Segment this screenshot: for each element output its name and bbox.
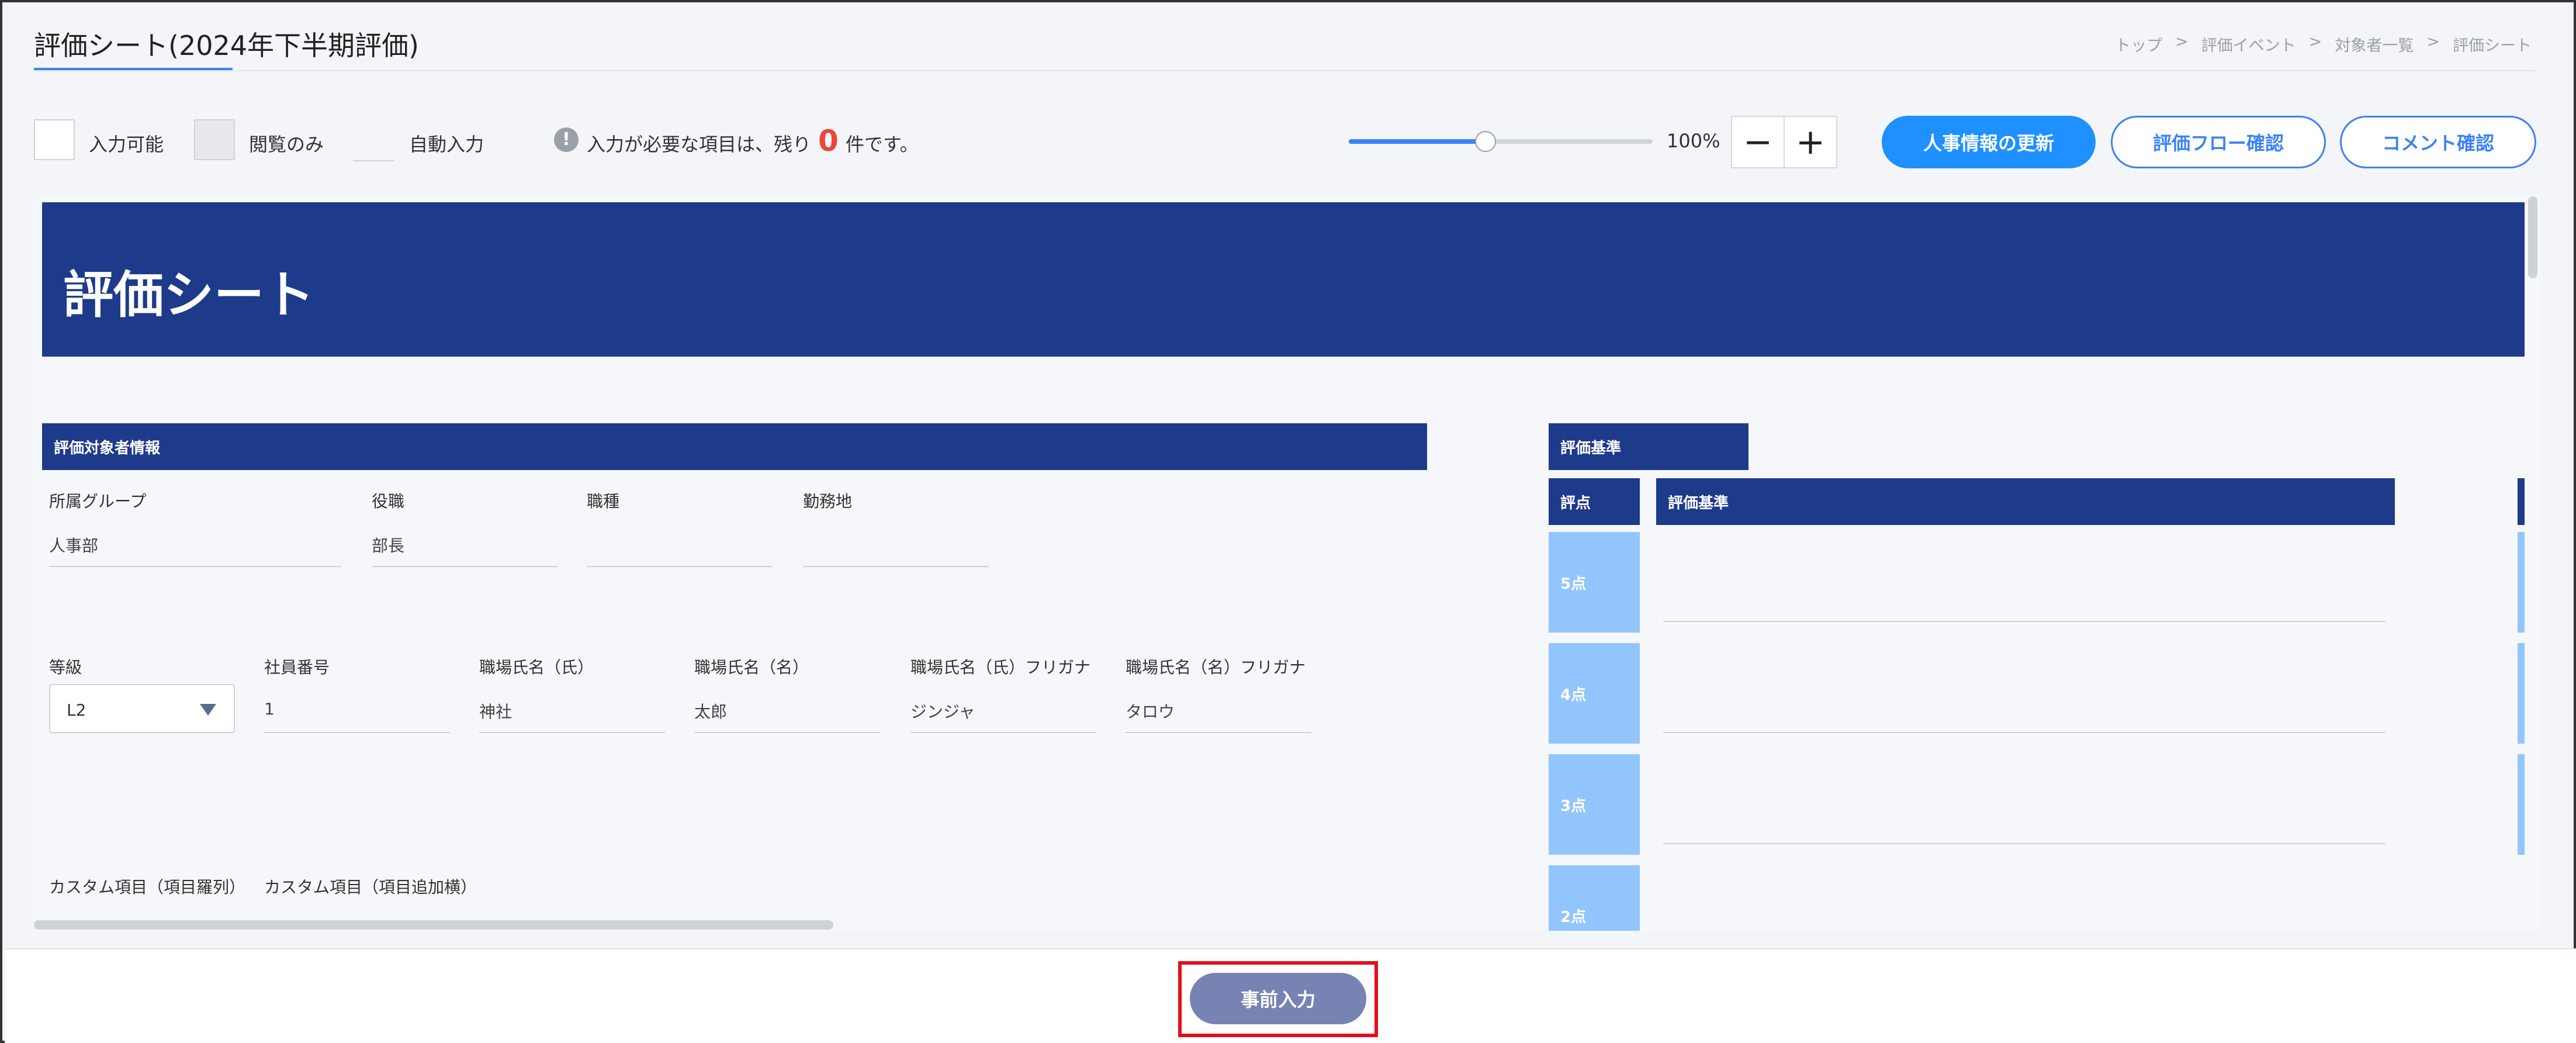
breadcrumb: トップ > 評価イベント > 対象者一覧 > 評価シート — [2115, 33, 2532, 56]
score-cell-2: 2点 — [1549, 865, 1640, 931]
comment-check-button[interactable]: コメント確認 — [2340, 116, 2536, 168]
zoom-level: 100% — [1667, 130, 1720, 152]
zoom-out-button[interactable]: − — [1731, 116, 1785, 168]
exclamation-icon: ! — [554, 127, 579, 152]
criteria-input-4[interactable] — [1663, 732, 2385, 733]
subject-info-header: 評価対象者情報 — [42, 423, 1427, 470]
breadcrumb-separator: > — [2308, 33, 2322, 51]
criteria-input-3[interactable] — [1663, 843, 2385, 844]
field-label-job-type: 職種 — [587, 492, 620, 511]
score-cell-5: 5点 — [1549, 532, 1640, 633]
breadcrumb-targets[interactable]: 対象者一覧 — [2335, 33, 2414, 56]
header-divider — [34, 70, 2535, 71]
zoom-in-button[interactable]: + — [1784, 116, 1837, 168]
field-label-given-name-kana: 職場氏名（名）フリガナ — [1126, 658, 1306, 677]
legend-editable-label: 入力可能 — [89, 133, 164, 156]
field-underline — [1126, 732, 1311, 733]
field-underline — [910, 732, 1096, 733]
legend-readonly-swatch — [194, 119, 235, 160]
minus-icon: − — [1743, 122, 1773, 163]
notice-prefix: 入力が必要な項目は、残り — [587, 133, 812, 156]
legend-editable-swatch — [34, 119, 75, 160]
caret-down-icon — [200, 704, 216, 716]
next-column-cell — [2518, 643, 2525, 744]
field-label-surname: 職場氏名（氏） — [479, 658, 594, 677]
field-value-employee-no: 1 — [264, 699, 275, 719]
grade-select-value: L2 — [67, 700, 86, 720]
required-notice: 入力が必要な項目は、残り 0 件です。 — [587, 124, 919, 158]
vertical-scrollbar[interactable] — [2528, 196, 2537, 278]
field-underline — [372, 566, 558, 567]
criteria-text-header: 評価基準 — [1656, 478, 2395, 525]
field-value-position: 部長 — [372, 536, 405, 555]
field-underline — [49, 566, 341, 567]
evaluation-sheet-viewport[interactable]: 評価シート 評価対象者情報 所属グループ 人事部 役職 部長 職種 勤務地 等級… — [34, 196, 2541, 931]
evaluation-flow-button[interactable]: 評価フロー確認 — [2111, 116, 2326, 168]
field-label-group: 所属グループ — [49, 492, 147, 511]
notice-suffix: 件です。 — [845, 133, 919, 156]
zoom-slider-handle[interactable] — [1475, 131, 1496, 152]
zoom-slider[interactable] — [1349, 131, 1653, 152]
field-label-position: 役職 — [372, 492, 405, 511]
breadcrumb-event[interactable]: 評価イベント — [2201, 33, 2296, 56]
score-cell-4: 4点 — [1549, 643, 1640, 744]
score-cell-3: 3点 — [1549, 754, 1640, 855]
breadcrumb-separator: > — [2175, 33, 2189, 51]
custom-field-label-list: カスタム項目（項目羅列） — [49, 878, 246, 897]
field-label-surname-kana: 職場氏名（氏）フリガナ — [910, 658, 1091, 677]
field-label-employee-no: 社員番号 — [264, 658, 330, 677]
plus-icon: + — [1795, 122, 1826, 163]
field-value-given-name-kana: タロウ — [1126, 702, 1175, 721]
page-title: 評価シート(2024年下半期評価) — [34, 30, 419, 61]
criteria-input-5[interactable] — [1663, 621, 2385, 622]
field-underline — [694, 732, 880, 733]
app-window: 評価シート(2024年下半期評価) トップ > 評価イベント > 対象者一覧 >… — [0, 0, 2576, 1043]
criteria-section-header: 評価基準 — [1549, 423, 1749, 470]
field-label-grade: 等級 — [49, 658, 82, 677]
breadcrumb-separator: > — [2426, 33, 2440, 51]
remaining-count: 0 — [818, 124, 839, 158]
field-value-surname: 神社 — [479, 702, 513, 721]
field-value-group: 人事部 — [49, 536, 99, 555]
legend-auto-swatch — [353, 160, 394, 161]
field-underline — [479, 732, 665, 733]
grade-select[interactable]: L2 — [49, 684, 235, 733]
pre-input-button[interactable]: 事前入力 — [1190, 973, 1366, 1024]
legend-readonly-label: 閲覧のみ — [249, 133, 324, 156]
next-column-cell — [2518, 754, 2525, 855]
sheet-banner: 評価シート — [42, 202, 2525, 357]
criteria-score-header: 評点 — [1549, 478, 1640, 525]
breadcrumb-current: 評価シート — [2453, 37, 2532, 55]
next-column-header — [2518, 478, 2525, 525]
field-underline — [264, 732, 450, 733]
field-label-location: 勤務地 — [803, 492, 853, 511]
zoom-slider-fill — [1349, 139, 1486, 144]
field-label-given-name: 職場氏名（名） — [694, 658, 809, 677]
field-value-surname-kana: ジンジャ — [910, 702, 975, 721]
field-value-given-name: 太郎 — [694, 702, 728, 721]
horizontal-scrollbar[interactable] — [34, 920, 833, 930]
field-underline — [587, 566, 773, 567]
next-column-cell — [2518, 532, 2525, 633]
sheet-banner-title: 評価シート — [63, 266, 314, 324]
legend-auto-label: 自動入力 — [409, 133, 484, 156]
field-underline — [803, 566, 989, 567]
custom-field-label-horizontal: カスタム項目（項目追加横） — [264, 878, 477, 897]
update-hr-info-button[interactable]: 人事情報の更新 — [1882, 116, 2096, 168]
breadcrumb-top[interactable]: トップ — [2115, 33, 2162, 56]
